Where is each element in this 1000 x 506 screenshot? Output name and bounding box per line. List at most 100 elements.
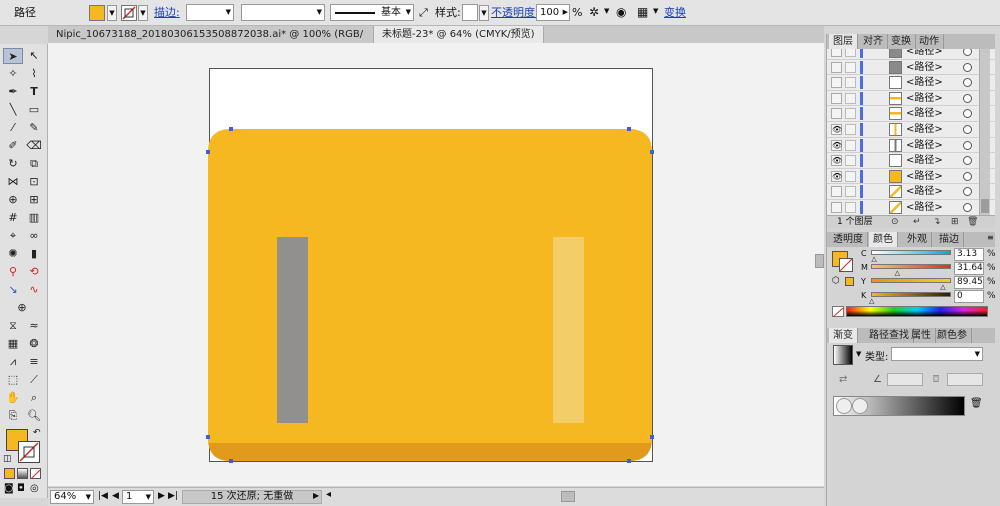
right-vertical-bar[interactable] <box>553 237 584 423</box>
target-circle-icon[interactable] <box>963 62 972 72</box>
layer-row[interactable]: <路径> <box>827 200 995 215</box>
new-sublayer-icon[interactable]: ↴ <box>933 217 941 227</box>
gamut-color-swatch[interactable] <box>845 277 854 286</box>
lock-toggle[interactable] <box>845 61 856 73</box>
target-circle-icon[interactable] <box>963 171 972 181</box>
gradient-type-select[interactable]: ▼ <box>891 347 983 361</box>
scroll-left-arrow[interactable]: ◂ <box>326 489 331 500</box>
history-status[interactable]: 15 次还原; 无重做 <box>182 490 322 504</box>
lock-toggle[interactable] <box>845 186 856 198</box>
gradient-preview-swatch[interactable] <box>833 345 853 365</box>
chevron-down-icon[interactable]: ▼ <box>856 350 861 358</box>
visibility-eye-icon[interactable] <box>831 202 842 213</box>
locate-object-icon[interactable]: ⊙ <box>891 217 899 227</box>
visibility-eye-icon[interactable] <box>831 108 842 120</box>
tab-gradient[interactable]: 渐变 <box>829 328 858 343</box>
lock-toggle[interactable] <box>845 139 856 151</box>
layer-row[interactable]: 👁︎ <路径> <box>827 168 995 185</box>
channel-slider-track[interactable] <box>871 264 951 269</box>
visibility-eye-icon[interactable] <box>831 77 842 89</box>
left-vertical-bar[interactable] <box>277 237 308 423</box>
slider-thumb-icon[interactable]: △ <box>940 283 945 291</box>
tab-color[interactable]: 颜色 <box>869 232 898 247</box>
tab-color-guide[interactable]: 颜色参 <box>933 328 972 343</box>
tab-align[interactable]: 对齐 <box>859 34 888 49</box>
tab-appearance[interactable]: 外观 <box>903 232 932 247</box>
target-circle-icon[interactable] <box>963 78 972 88</box>
layer-row[interactable]: <路径> <box>827 106 995 122</box>
target-circle-icon[interactable] <box>963 187 972 197</box>
layer-row[interactable]: <路径> <box>827 90 995 107</box>
target-circle-icon[interactable] <box>963 203 972 212</box>
gradient-stop-left[interactable] <box>836 398 852 414</box>
target-circle-icon[interactable] <box>963 49 972 56</box>
layer-row[interactable]: <路径> <box>827 75 995 91</box>
layer-row[interactable]: 👁︎ <路径> <box>827 153 995 169</box>
status-menu-arrow[interactable]: ▶ <box>313 491 319 500</box>
lock-toggle[interactable] <box>845 155 856 167</box>
visibility-eye-icon[interactable]: 👁︎ <box>831 170 842 182</box>
trash-icon[interactable]: 🗑︎ <box>967 217 978 227</box>
lock-toggle[interactable] <box>845 202 856 213</box>
visibility-eye-icon[interactable] <box>831 49 842 57</box>
layers-scroll-thumb[interactable] <box>981 199 989 213</box>
channel-value-field[interactable]: 31.64 <box>954 262 984 275</box>
tab-layers[interactable]: 图层 <box>829 34 858 49</box>
lock-toggle[interactable] <box>845 170 856 182</box>
first-artboard-icon[interactable]: |◀ <box>98 491 108 501</box>
visibility-eye-icon[interactable]: 👁︎ <box>831 155 842 167</box>
gradient-slider-bar[interactable] <box>833 396 965 416</box>
target-circle-icon[interactable] <box>963 109 972 119</box>
layers-scrollbar[interactable] <box>979 49 990 215</box>
new-layer-icon[interactable]: ⊞ <box>951 217 959 227</box>
tab-actions[interactable]: 动作 <box>915 34 944 49</box>
lock-toggle[interactable] <box>845 92 856 104</box>
lock-toggle[interactable] <box>845 77 856 89</box>
tab-attributes[interactable]: 属性 <box>907 328 936 343</box>
layer-row[interactable]: <路径> <box>827 59 995 76</box>
tab-stroke[interactable]: 描边 <box>935 232 964 247</box>
channel-slider-track[interactable] <box>871 278 951 283</box>
card-shape[interactable] <box>208 129 652 461</box>
reverse-gradient-icon[interactable]: ⇄ <box>839 374 847 385</box>
make-clipping-mask-icon[interactable]: ↵ <box>913 217 921 227</box>
next-artboard-icon[interactable]: ▶ <box>158 491 165 501</box>
target-circle-icon[interactable] <box>963 125 972 134</box>
color-stroke-swatch[interactable] <box>839 258 853 272</box>
tab-transform[interactable]: 变换 <box>887 34 916 49</box>
layer-row[interactable]: 👁︎ <路径> <box>827 137 995 154</box>
last-artboard-icon[interactable]: ▶| <box>168 491 178 501</box>
layer-row[interactable]: <路径> <box>827 184 995 200</box>
out-of-gamut-icon[interactable]: ⬡ <box>832 276 840 286</box>
target-circle-icon[interactable] <box>963 156 972 166</box>
zoom-select[interactable]: 64% ▼ <box>50 490 94 504</box>
visibility-eye-icon[interactable] <box>831 61 842 73</box>
slider-thumb-icon[interactable]: △ <box>869 297 874 305</box>
gradient-stop-right[interactable] <box>852 398 868 414</box>
tab-transparency[interactable]: 透明度 <box>829 232 868 247</box>
layer-row[interactable]: 👁︎ <路径> <box>827 122 995 138</box>
visibility-eye-icon[interactable] <box>831 186 842 198</box>
target-circle-icon[interactable] <box>963 93 972 103</box>
color-spectrum-bar[interactable] <box>846 306 988 317</box>
none-color-button[interactable] <box>832 306 844 318</box>
slider-thumb-icon[interactable]: △ <box>895 269 900 277</box>
lock-toggle[interactable] <box>845 108 856 120</box>
visibility-eye-icon[interactable]: 👁︎ <box>831 139 842 151</box>
gradient-aspect-field[interactable] <box>947 373 983 386</box>
channel-value-field[interactable]: 89.45 <box>954 276 984 289</box>
visibility-eye-icon[interactable]: 👁︎ <box>831 124 842 135</box>
layers-list[interactable]: <路径> <路径> <路径> <路径> <路径> 👁︎ <路径> 👁︎ <路径> 👁︎ <路径> 👁︎… <box>827 49 995 215</box>
channel-slider-track[interactable] <box>871 292 951 297</box>
lock-toggle[interactable] <box>845 124 856 135</box>
channel-value-field[interactable]: 3.13 <box>954 248 984 261</box>
visibility-eye-icon[interactable] <box>831 92 842 104</box>
artboard-number-select[interactable]: 1 ▼ <box>122 490 154 504</box>
slider-thumb-icon[interactable]: △ <box>871 255 876 263</box>
previous-artboard-icon[interactable]: ◀ <box>112 491 119 501</box>
gradient-angle-field[interactable] <box>887 373 923 386</box>
lock-toggle[interactable] <box>845 49 856 57</box>
panel-menu-icon[interactable]: ≡ <box>987 233 994 242</box>
vertical-scroll-thumb[interactable] <box>815 254 824 268</box>
trash-icon[interactable]: 🗑︎ <box>970 398 983 409</box>
